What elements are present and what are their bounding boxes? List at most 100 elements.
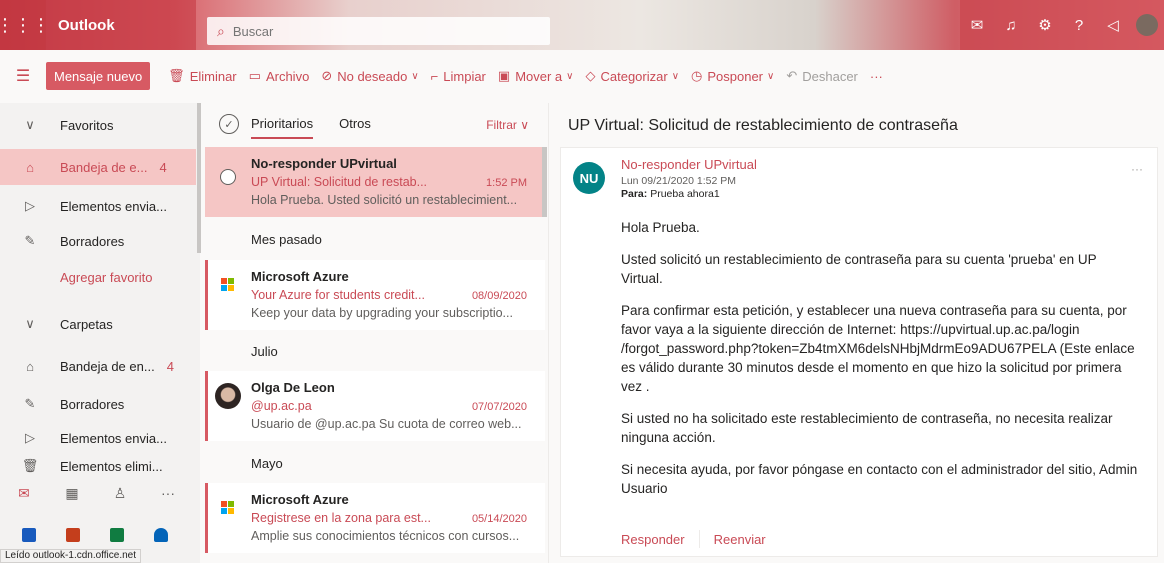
message-list: ✓ Prioritarios Otros Filtrar ∨ No-respon…	[205, 103, 549, 563]
group-header: Julio	[251, 344, 278, 359]
chevron-down-icon: ∨	[566, 70, 574, 82]
body-paragraph: Hola Prueba.	[621, 220, 700, 235]
microsoft-logo-icon	[221, 501, 235, 515]
tag-icon: ◇	[585, 68, 596, 83]
powerpoint-icon[interactable]	[66, 528, 80, 542]
send-icon: ▷	[25, 198, 35, 213]
reply-button[interactable]: Responder	[621, 532, 685, 547]
sidebar-item-sent[interactable]: ▷ Elementos envia...	[0, 420, 196, 456]
sidebar-item-sent-favorite[interactable]: ▷ Elementos envia...	[0, 188, 196, 224]
block-icon: ⊘	[321, 68, 333, 83]
avatar	[215, 383, 241, 409]
junk-button[interactable]: ⊘ No deseado ∨	[321, 68, 418, 84]
excel-icon[interactable]	[110, 528, 124, 542]
clock-icon: ◷	[691, 68, 703, 83]
folders-header[interactable]: ∨ Carpetas	[0, 306, 196, 342]
ellipsis-icon: ···	[869, 68, 883, 84]
favorites-header[interactable]: ∨ Favoritos	[0, 107, 196, 143]
sender-name[interactable]: No-responder UPvirtual	[621, 157, 757, 172]
tab-other[interactable]: Otros	[339, 103, 371, 145]
help-icon[interactable]: ?	[1062, 17, 1096, 34]
mail-icon[interactable]: ✉	[0, 485, 48, 502]
message-list-scrollbar[interactable]	[542, 147, 547, 217]
move-button[interactable]: ▣ Mover a ∨	[498, 68, 574, 84]
folder-pane-scrollbar[interactable]	[197, 103, 201, 253]
office-apps	[0, 525, 196, 545]
search-input[interactable]	[232, 23, 513, 39]
pencil-icon: ✎	[24, 233, 36, 248]
tab-focused[interactable]: Prioritarios	[251, 103, 314, 145]
forward-button[interactable]: Reenviar	[714, 532, 766, 547]
search-box[interactable]: ⌕	[207, 17, 550, 45]
categorize-button[interactable]: ◇ Categorizar ∨	[585, 68, 679, 84]
inbox-icon: ⌂	[26, 159, 34, 175]
select-radio[interactable]	[220, 169, 236, 185]
select-all-checkbox[interactable]: ✓	[219, 114, 239, 134]
sidebar-item-drafts-favorite[interactable]: ✎ Borradores	[0, 223, 196, 259]
new-message-button[interactable]: Mensaje nuevo	[46, 62, 151, 90]
folder-pane: ∨ Favoritos ⌂ Bandeja de e... 4 ▷ Elemen…	[0, 103, 201, 563]
top-header: ⋮⋮⋮ Outlook ⌕ ✉ ♫ ⚙ ? ◁	[0, 0, 1164, 50]
app-name[interactable]: Outlook	[46, 0, 196, 50]
sender-avatar: NU	[573, 162, 605, 194]
archive-icon: ▭	[248, 68, 261, 83]
add-favorite-link[interactable]: Agregar favorito	[0, 259, 196, 295]
more-actions-button[interactable]: ···	[870, 69, 883, 84]
gear-icon[interactable]: ⚙	[1028, 16, 1062, 34]
status-bar: Leído outlook-1.cdn.office.net	[0, 549, 142, 563]
send-icon: ▷	[25, 430, 35, 445]
pencil-icon: ✎	[24, 396, 36, 411]
more-options-icon[interactable]: ···	[1131, 162, 1143, 176]
inbox-tabs: ✓ Prioritarios Otros Filtrar ∨	[205, 103, 549, 145]
chat-icon[interactable]: ✉	[960, 16, 994, 34]
list-item[interactable]: Microsoft Azure Registrese en la zona pa…	[205, 483, 545, 553]
archive-button[interactable]: ▭ Archivo	[249, 68, 310, 84]
microsoft-logo-icon	[221, 278, 235, 292]
reply-actions: Responder Reenviar	[621, 530, 766, 548]
list-item[interactable]: No-responder UPvirtual UP Virtual: Solic…	[205, 147, 545, 217]
sweep-button[interactable]: ⌐ Limpiar	[431, 69, 486, 84]
list-item[interactable]: Microsoft Azure Your Azure for students …	[205, 260, 545, 330]
chevron-down-icon: ∨	[671, 70, 680, 82]
unread-count: 4	[166, 358, 174, 374]
trash-icon: 🗑	[168, 68, 185, 83]
sidebar-item-deleted[interactable]: 🗑 Elementos elimi...	[0, 455, 196, 477]
undo-button[interactable]: ↶ Deshacer	[786, 68, 858, 84]
feedback-icon[interactable]: ◁	[1096, 16, 1130, 34]
module-switcher: ✉ ▦ ♙ ···	[0, 475, 196, 511]
undo-icon: ↶	[786, 68, 798, 83]
delete-button[interactable]: 🗑 Eliminar	[168, 68, 236, 84]
search-icon: ⌕	[217, 22, 225, 39]
chevron-down-icon: ∨	[25, 316, 35, 331]
body-paragraph: Si usted no ha solicitado este restablec…	[621, 411, 1113, 445]
bell-icon[interactable]: ♫	[994, 17, 1028, 34]
reading-pane: UP Virtual: Solicitud de restablecimient…	[558, 103, 1164, 563]
people-icon[interactable]: ♙	[96, 485, 144, 502]
chevron-down-icon: ∨	[25, 117, 35, 132]
hamburger-icon[interactable]: ☰	[0, 66, 46, 86]
avatar[interactable]	[1136, 14, 1158, 36]
email-datetime: Lun 09/21/2020 1:52 PM	[621, 175, 737, 187]
word-icon[interactable]	[22, 528, 36, 542]
sidebar-item-inbox[interactable]: ⌂ Bandeja de en... 4	[0, 348, 196, 384]
calendar-icon[interactable]: ▦	[48, 485, 96, 502]
app-launcher-icon[interactable]: ⋮⋮⋮	[0, 0, 50, 50]
inbox-icon: ⌂	[26, 358, 34, 374]
unread-count: 4	[159, 159, 167, 175]
email-body: Hola Prueba. Usted solicitó un restablec…	[621, 218, 1141, 511]
sidebar-item-drafts[interactable]: ✎ Borradores	[0, 386, 196, 422]
snooze-button[interactable]: ◷ Posponer ∨	[691, 68, 774, 84]
onedrive-icon[interactable]	[154, 528, 168, 542]
list-item[interactable]: Olga De Leon @up.ac.pa 07/07/2020 Usuari…	[205, 371, 545, 441]
command-bar: ☰ Mensaje nuevo 🗑 Eliminar ▭ Archivo ⊘ No d…	[0, 58, 1164, 94]
broom-icon: ⌐	[430, 68, 439, 84]
filter-button[interactable]: Filtrar ∨	[486, 118, 529, 132]
sidebar-item-inbox-favorite[interactable]: ⌂ Bandeja de e... 4	[0, 149, 196, 185]
trash-icon: 🗑	[21, 458, 39, 473]
group-header: Mayo	[251, 456, 283, 471]
more-apps-icon[interactable]: ···	[144, 485, 192, 501]
recipient-line: Para: Prueba ahora1	[621, 188, 720, 200]
group-header: Mes pasado	[251, 232, 322, 247]
body-paragraph: Usted solicitó un restablecimiento de co…	[621, 252, 1097, 286]
email-card: NU No-responder UPvirtual Lun 09/21/2020…	[560, 147, 1158, 557]
